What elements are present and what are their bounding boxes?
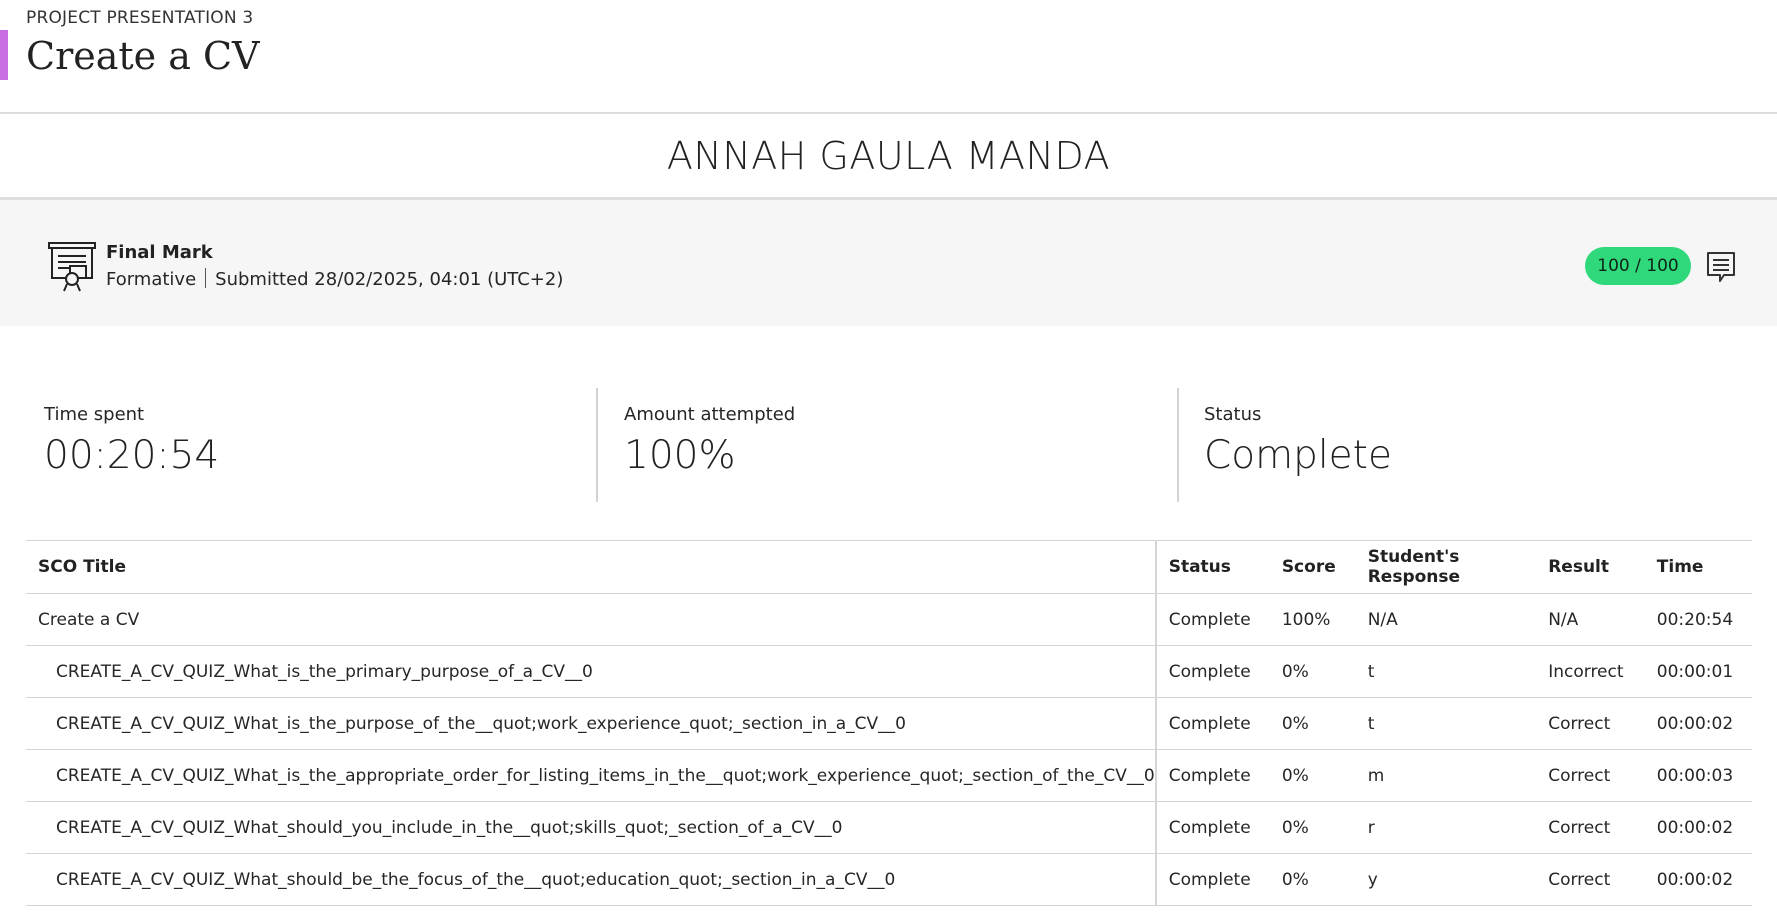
stat-label: Time spent <box>44 404 145 425</box>
column-header-status: Status <box>1155 540 1270 594</box>
sco-title-cell: CREATE_A_CV_QUIZ_What_should_you_include… <box>26 801 1157 854</box>
response-cell: m <box>1355 749 1537 802</box>
column-header-time: Time <box>1644 540 1752 594</box>
time-cell: 00:00:02 <box>1644 801 1752 854</box>
table-row: CREATE_A_CV_QUIZ_What_is_the_primary_pur… <box>26 645 1752 698</box>
stat-amount-attempted: Amount attempted 100% <box>624 388 795 502</box>
column-header-result: Result <box>1536 540 1645 594</box>
result-cell: Correct <box>1536 801 1645 854</box>
page-title: Create a CV <box>26 34 260 78</box>
score-cell: 0% <box>1269 697 1356 750</box>
score-cell: 0% <box>1269 853 1356 906</box>
stat-status: Status Complete <box>1204 388 1392 502</box>
result-cell: Correct <box>1536 697 1645 750</box>
stat-label: Status <box>1204 404 1262 425</box>
grade-panel: Final Mark Formative Submitted 28/02/2025… <box>0 200 1777 326</box>
time-cell: 00:00:03 <box>1644 749 1752 802</box>
table-header-row: SCO Title Status Score Student's Respons… <box>26 540 1752 594</box>
status-cell: Complete <box>1155 801 1270 854</box>
table-row: CREATE_A_CV_QUIZ_What_is_the_purpose_of_… <box>26 697 1752 750</box>
grade-type: Formative <box>106 269 197 290</box>
score-pill[interactable]: 100 / 100 <box>1585 247 1691 285</box>
stat-value: 100% <box>624 433 736 478</box>
time-cell: 00:00:02 <box>1644 853 1752 906</box>
column-header-response: Student's Response <box>1355 540 1537 594</box>
certificate-icon <box>48 242 96 292</box>
sco-title-cell: CREATE_A_CV_QUIZ_What_is_the_primary_pur… <box>26 645 1157 698</box>
stat-value: 00:20:54 <box>44 433 220 478</box>
submitted-date: Submitted 28/02/2025, 04:01 (UTC+2) <box>215 269 564 290</box>
table-row: CREATE_A_CV_QUIZ_What_is_the_appropriate… <box>26 749 1752 802</box>
response-cell: y <box>1355 853 1537 906</box>
status-cell: Complete <box>1155 853 1270 906</box>
status-cell: Complete <box>1155 749 1270 802</box>
status-cell: Complete <box>1155 697 1270 750</box>
stat-label: Amount attempted <box>624 404 796 425</box>
score-cell: 0% <box>1269 645 1356 698</box>
grade-label: Final Mark <box>106 242 213 263</box>
result-cell: N/A <box>1536 593 1645 646</box>
score-cell: 0% <box>1269 801 1356 854</box>
student-name: ANNAH GAULA MANDA <box>666 134 1111 178</box>
result-cell: Correct <box>1536 853 1645 906</box>
score-cell: 100% <box>1269 593 1356 646</box>
time-cell: 00:20:54 <box>1644 593 1752 646</box>
grade-meta: Formative Submitted 28/02/2025, 04:01 (UT… <box>106 268 563 290</box>
stat-value: Complete <box>1204 433 1392 478</box>
response-cell: t <box>1355 697 1537 750</box>
table-row: CREATE_A_CV_QUIZ_What_should_be_the_focu… <box>26 853 1752 906</box>
sco-title-cell: Create a CV <box>26 593 1157 646</box>
sco-title-cell: CREATE_A_CV_QUIZ_What_should_be_the_focu… <box>26 853 1157 906</box>
comment-icon[interactable] <box>1706 251 1736 283</box>
time-cell: 00:00:02 <box>1644 697 1752 750</box>
stat-divider <box>1177 388 1179 502</box>
table-row: CREATE_A_CV_QUIZ_What_should_you_include… <box>26 801 1752 854</box>
response-cell: t <box>1355 645 1537 698</box>
meta-separator <box>205 268 207 288</box>
response-cell: N/A <box>1355 593 1537 646</box>
stat-divider <box>596 388 598 502</box>
sco-title-cell: CREATE_A_CV_QUIZ_What_is_the_purpose_of_… <box>26 697 1157 750</box>
time-cell: 00:00:01 <box>1644 645 1752 698</box>
score-cell: 0% <box>1269 749 1356 802</box>
status-cell: Complete <box>1155 645 1270 698</box>
breadcrumb[interactable]: PROJECT PRESENTATION 3 <box>26 8 253 28</box>
table-row: Create a CV Complete 100% N/A N/A 00:20:… <box>26 593 1752 646</box>
response-cell: r <box>1355 801 1537 854</box>
page-header: PROJECT PRESENTATION 3 Create a CV <box>0 0 1777 114</box>
sco-title-cell: CREATE_A_CV_QUIZ_What_is_the_appropriate… <box>26 749 1157 802</box>
column-header-sco-title: SCO Title <box>26 540 1157 594</box>
sco-table: SCO Title Status Score Student's Respons… <box>26 540 1752 906</box>
status-cell: Complete <box>1155 593 1270 646</box>
accent-bar <box>0 30 8 80</box>
student-bar: ANNAH GAULA MANDA <box>0 114 1777 200</box>
result-cell: Correct <box>1536 749 1645 802</box>
column-header-score: Score <box>1269 540 1356 594</box>
stat-time-spent: Time spent 00:20:54 <box>44 388 219 502</box>
result-cell: Incorrect <box>1536 645 1645 698</box>
